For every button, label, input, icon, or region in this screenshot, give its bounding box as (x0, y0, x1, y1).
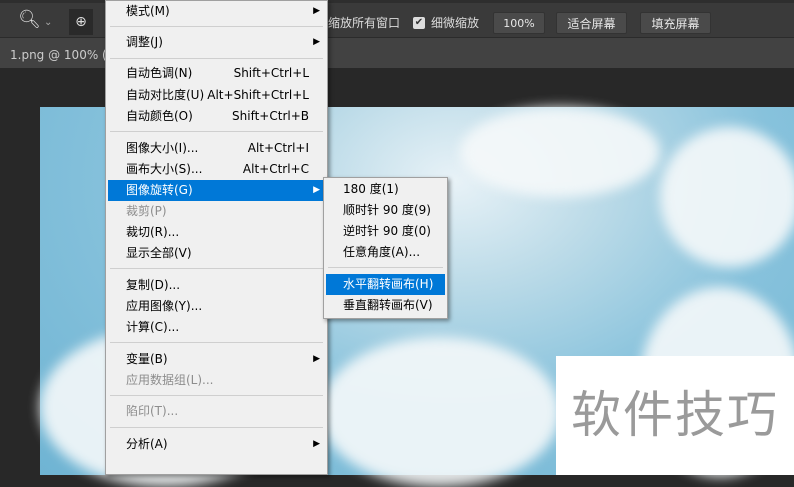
menu-item-label: 图像旋转(G) (126, 183, 193, 197)
menu-item-label: 裁剪(P) (126, 204, 167, 218)
submenu-item[interactable]: 任意角度(A)... (326, 242, 445, 263)
menu-item[interactable]: 应用图像(Y)... (108, 296, 325, 317)
menu-item-label: 模式(M) (126, 4, 170, 18)
menu-item-label: 画布大小(S)... (126, 162, 203, 176)
submenu-item[interactable]: 垂直翻转画布(V) (326, 295, 445, 316)
scrubby-zoom-checkbox[interactable]: ✔ (413, 17, 425, 29)
submenu-item[interactable]: 顺时针 90 度(9) (326, 200, 445, 221)
menu-item-label: 顺时针 90 度(9) (343, 203, 431, 217)
menu-separator (110, 131, 323, 132)
menu-item[interactable]: 模式(M) ▶ (108, 1, 325, 22)
menu-item[interactable]: 图像旋转(G) ▶ (108, 180, 325, 201)
menu-item-label: 垂直翻转画布(V) (343, 298, 433, 312)
menu-item[interactable]: 自动对比度(U) Alt+Shift+Ctrl+L (108, 85, 325, 106)
shortcut-label: Alt+Ctrl+C (242, 162, 309, 176)
image-menu: 模式(M) ▶ 调整(J) ▶ 自动色调(N) Shift+Ctrl+L 自动对比度(U) A… (105, 0, 328, 475)
fit-screen-button[interactable]: 适合屏幕 (556, 12, 627, 34)
menu-item-label: 陷印(T)... (126, 404, 179, 418)
menu-item-label: 分析(A) (126, 437, 168, 451)
submenu-arrow-icon: ▶ (313, 37, 320, 47)
menu-item-label: 变量(B) (126, 352, 168, 366)
menu-item-label: 裁切(R)... (126, 225, 180, 239)
menu-separator (110, 268, 323, 269)
menu-item[interactable]: 显示全部(V) (108, 243, 325, 264)
fill-screen-button[interactable]: 填充屏幕 (640, 12, 711, 34)
menu-item-label: 应用数据组(L)... (126, 373, 214, 387)
menu-item[interactable]: 图像大小(I)... Alt+Ctrl+I (108, 138, 325, 159)
submenu-arrow-icon: ▶ (313, 439, 320, 449)
menu-item[interactable]: 分析(A) ▶ (108, 434, 325, 455)
menu-item-label: 自动颜色(O) (126, 109, 193, 123)
menu-item: 陷印(T)... (108, 401, 325, 422)
menu-separator (110, 342, 323, 343)
menu-item-label: 180 度(1) (343, 182, 399, 196)
menu-item-label: 图像大小(I)... (126, 141, 199, 155)
menu-item[interactable]: 画布大小(S)... Alt+Ctrl+C (108, 159, 325, 180)
shortcut-label: Alt+Shift+Ctrl+L (207, 88, 309, 102)
submenu-item[interactable]: 180 度(1) (326, 179, 445, 200)
zoom-all-windows-label[interactable]: 缩放所有窗口 (328, 12, 400, 34)
shortcut-label: Shift+Ctrl+B (232, 109, 309, 123)
submenu-arrow-icon: ▶ (313, 6, 320, 16)
menu-item[interactable]: 变量(B) ▶ (108, 349, 325, 370)
menu-item[interactable]: 自动颜色(O) Shift+Ctrl+B (108, 106, 325, 127)
zoom-tool-icon[interactable]: 🔍︎ (18, 9, 41, 31)
scrubby-zoom-label: 细微缩放 (431, 16, 480, 30)
menu-separator (110, 427, 323, 428)
menu-separator (110, 58, 323, 59)
image-rotation-submenu: 180 度(1) 顺时针 90 度(9) 逆时针 90 度(0) 任意角度(A)...… (323, 177, 448, 319)
menu-item[interactable]: 计算(C)... (108, 317, 325, 338)
zoom-value-field[interactable]: 100% (493, 12, 545, 34)
watermark: 软件技巧 (556, 356, 794, 475)
menu-item[interactable]: 复制(D)... (108, 275, 325, 296)
document-tab[interactable]: 1.png @ 100% (图 (10, 46, 119, 63)
submenu-item[interactable]: 水平翻转画布(H) (326, 274, 445, 295)
menu-item[interactable]: 裁切(R)... (108, 222, 325, 243)
zoom-in-icon[interactable]: ⊕ (69, 9, 93, 35)
menu-item-label: 计算(C)... (126, 320, 180, 334)
menu-item: 裁剪(P) (108, 201, 325, 222)
menu-separator (110, 26, 323, 27)
menu-item-label: 自动色调(N) (126, 66, 193, 80)
menu-item-label: 应用图像(Y)... (126, 299, 203, 313)
shortcut-label: Alt+Ctrl+I (247, 141, 309, 155)
chevron-down-icon[interactable]: ⌄ (44, 12, 52, 34)
submenu-arrow-icon: ▶ (313, 354, 320, 364)
menu-item-label: 任意角度(A)... (343, 245, 421, 259)
menu-separator (110, 395, 323, 396)
submenu-item[interactable]: 逆时针 90 度(0) (326, 221, 445, 242)
menu-item-label: 调整(J) (126, 35, 163, 49)
menu-item[interactable]: 调整(J) ▶ (108, 32, 325, 53)
menu-item-label: 逆时针 90 度(0) (343, 224, 431, 238)
menu-item-label: 自动对比度(U) (126, 88, 205, 102)
menu-item: 应用数据组(L)... (108, 370, 325, 391)
shortcut-label: Shift+Ctrl+L (233, 66, 309, 80)
menu-item[interactable]: 自动色调(N) Shift+Ctrl+L (108, 63, 325, 84)
menu-item-label: 水平翻转画布(H) (343, 277, 434, 291)
menu-item-label: 显示全部(V) (126, 246, 192, 260)
menu-separator (328, 267, 443, 268)
submenu-arrow-icon: ▶ (313, 185, 320, 195)
menu-item-label: 复制(D)... (126, 278, 181, 292)
